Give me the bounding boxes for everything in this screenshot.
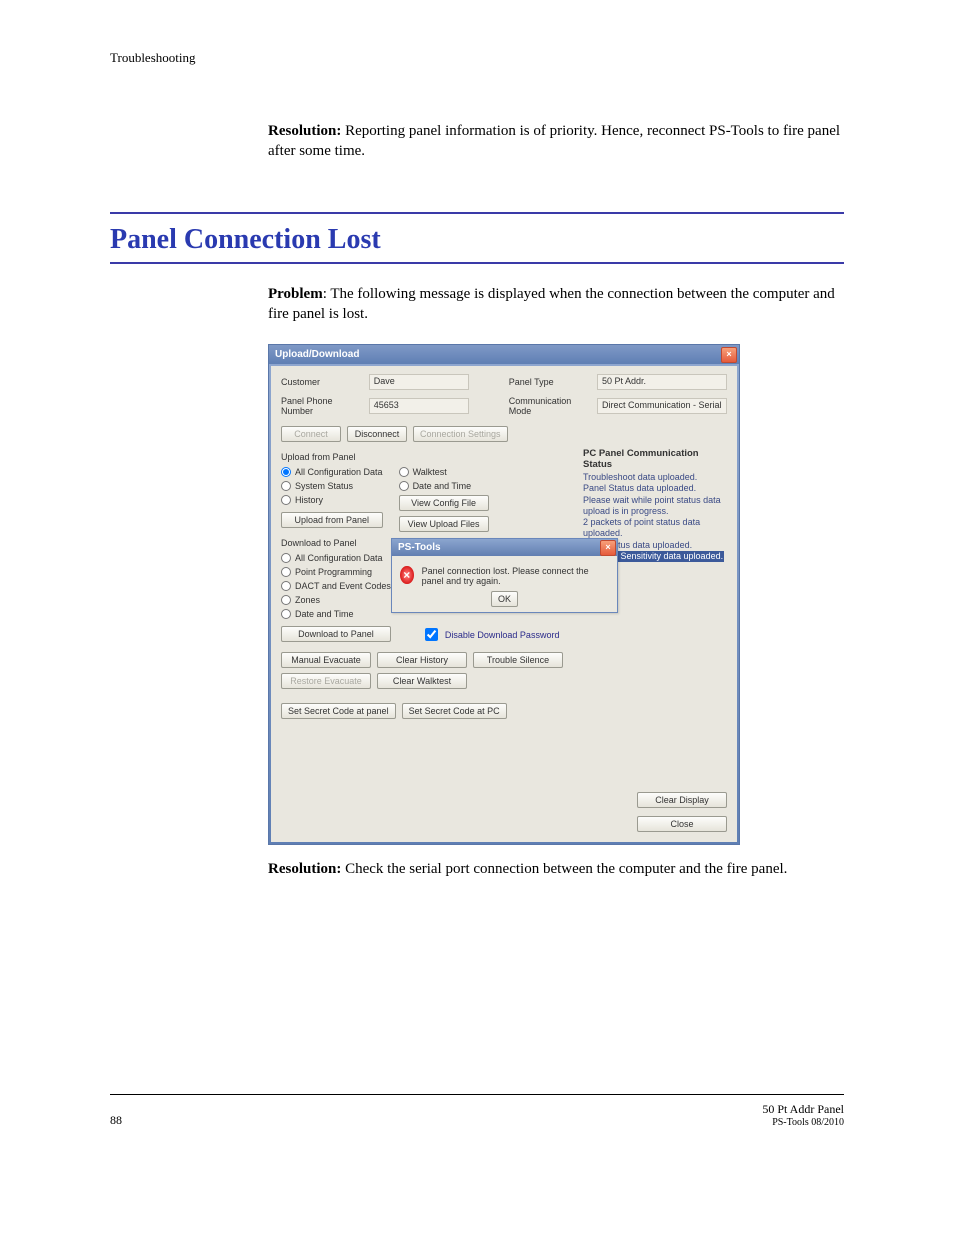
radio-system-status-label: System Status: [295, 481, 353, 491]
status-line: Panel Status data uploaded.: [583, 483, 727, 494]
resolution-1-label: Resolution:: [268, 123, 341, 139]
radio-system-status[interactable]: System Status: [281, 481, 383, 491]
footer-rule: [110, 1094, 844, 1095]
phone-value: 45653: [369, 398, 469, 414]
alert-title: PS-Tools: [398, 542, 441, 553]
radio-date-time-upload-label: Date and Time: [413, 481, 472, 491]
customer-label: Customer: [281, 377, 361, 387]
status-header: PC Panel Communication Status: [583, 448, 727, 470]
alert-ok-button[interactable]: OK: [491, 591, 518, 607]
radio-walktest-label: Walktest: [413, 467, 447, 477]
radio-walktest[interactable]: Walktest: [399, 467, 489, 477]
section-rule-top: [110, 212, 844, 214]
restore-evacuate-button[interactable]: Restore Evacuate: [281, 673, 371, 689]
radio-date-time-upload[interactable]: Date and Time: [399, 481, 489, 491]
error-icon: ×: [400, 566, 414, 584]
ps-tools-alert: PS-Tools × × Panel connection lost. Plea…: [391, 538, 618, 613]
dialog-titlebar: Upload/Download ×: [269, 345, 739, 364]
clear-display-button[interactable]: Clear Display: [637, 792, 727, 808]
upload-header: Upload from Panel: [281, 452, 563, 462]
phone-label: Panel Phone Number: [281, 396, 361, 416]
radio-all-config-download[interactable]: All Configuration Data: [281, 553, 391, 563]
close-icon[interactable]: ×: [721, 347, 737, 363]
radio-all-config-upload[interactable]: All Configuration Data: [281, 467, 383, 477]
problem-body: : The following message is displayed whe…: [268, 286, 835, 322]
resolution-2-text: Check the serial port connection between…: [341, 861, 787, 877]
radio-zones-label: Zones: [295, 595, 320, 605]
radio-date-time-download[interactable]: Date and Time: [281, 609, 391, 619]
problem-text: Problem: The following message is displa…: [268, 284, 844, 325]
radio-point-programming[interactable]: Point Programming: [281, 567, 391, 577]
clear-walktest-button[interactable]: Clear Walktest: [377, 673, 467, 689]
page-header: Troubleshooting: [110, 50, 844, 66]
view-config-button[interactable]: View Config File: [399, 495, 489, 511]
radio-point-programming-label: Point Programming: [295, 567, 372, 577]
customer-value: Dave: [369, 374, 469, 390]
problem-label: Problem: [268, 286, 323, 302]
page-footer: 88 50 Pt Addr Panel PS-Tools 08/2010: [110, 1102, 844, 1128]
panel-type-label: Panel Type: [509, 377, 589, 387]
status-line: Troubleshoot data uploaded.: [583, 472, 727, 483]
comm-mode-label: Communication Mode: [509, 396, 589, 416]
resolution-2-label: Resolution:: [268, 861, 341, 877]
radio-history[interactable]: History: [281, 495, 383, 505]
radio-history-label: History: [295, 495, 323, 505]
status-line: Please wait while point status data uplo…: [583, 495, 727, 518]
resolution-1-text: Reporting panel information is of priori…: [268, 123, 840, 159]
page-number: 88: [110, 1113, 122, 1128]
footer-right-2: PS-Tools 08/2010: [762, 1117, 844, 1128]
comm-mode-value: Direct Communication - Serial: [597, 398, 727, 414]
close-button[interactable]: Close: [637, 816, 727, 832]
radio-date-time-download-label: Date and Time: [295, 609, 354, 619]
upload-download-dialog: Upload/Download × Customer Dave Panel Ph…: [268, 344, 740, 845]
footer-right-1: 50 Pt Addr Panel: [762, 1102, 844, 1117]
resolution-1: Resolution: Reporting panel information …: [268, 121, 844, 162]
trouble-silence-button[interactable]: Trouble Silence: [473, 652, 563, 668]
secret-code-panel-button[interactable]: Set Secret Code at panel: [281, 703, 396, 719]
secret-code-pc-button[interactable]: Set Secret Code at PC: [402, 703, 507, 719]
radio-all-config-upload-label: All Configuration Data: [295, 467, 383, 477]
upload-from-panel-button[interactable]: Upload from Panel: [281, 512, 383, 528]
disconnect-button[interactable]: Disconnect: [347, 426, 407, 442]
resolution-2: Resolution: Check the serial port connec…: [268, 859, 844, 879]
clear-history-button[interactable]: Clear History: [377, 652, 467, 668]
radio-dact[interactable]: DACT and Event Codes: [281, 581, 391, 591]
radio-all-config-download-label: All Configuration Data: [295, 553, 383, 563]
view-upload-button[interactable]: View Upload Files: [399, 516, 489, 532]
disable-password-checkbox[interactable]: Disable Download Password: [421, 625, 560, 644]
connect-button[interactable]: Connect: [281, 426, 341, 442]
download-to-panel-button[interactable]: Download to Panel: [281, 626, 391, 642]
connection-settings-button[interactable]: Connection Settings: [413, 426, 508, 442]
radio-dact-label: DACT and Event Codes: [295, 581, 391, 591]
dialog-title: Upload/Download: [275, 349, 359, 360]
status-line: 2 packets of point status data uploaded.: [583, 517, 727, 540]
alert-close-icon[interactable]: ×: [600, 540, 616, 556]
section-title: Panel Connection Lost: [110, 224, 844, 256]
panel-type-value: 50 Pt Addr.: [597, 374, 727, 390]
radio-zones[interactable]: Zones: [281, 595, 391, 605]
alert-message: Panel connection lost. Please connect th…: [422, 566, 609, 586]
manual-evacuate-button[interactable]: Manual Evacuate: [281, 652, 371, 668]
section-rule-bottom: [110, 262, 844, 264]
disable-password-label: Disable Download Password: [445, 630, 560, 640]
